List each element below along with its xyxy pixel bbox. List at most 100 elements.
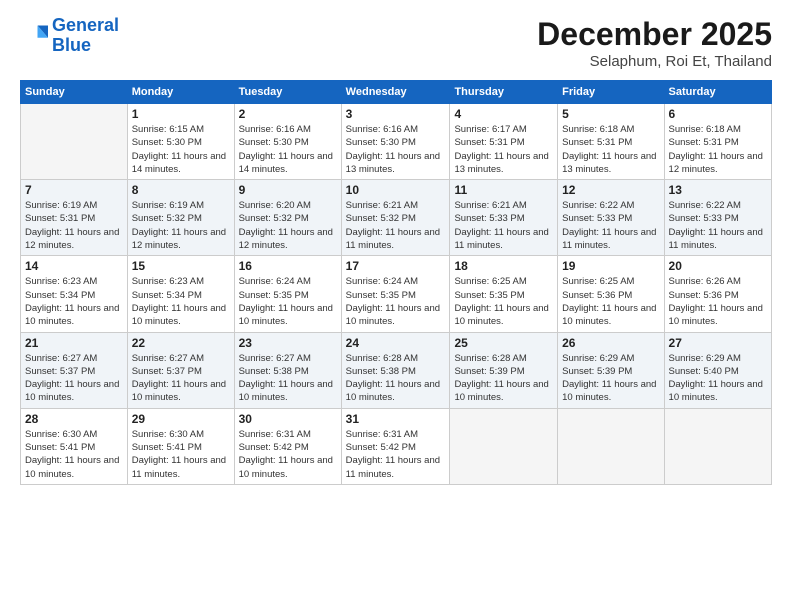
weekday-row: SundayMondayTuesdayWednesdayThursdayFrid… <box>21 81 772 104</box>
weekday-header: Saturday <box>664 81 771 104</box>
day-number: 30 <box>239 412 337 426</box>
logo: General Blue <box>20 16 119 56</box>
day-info: Sunrise: 6:17 AM Sunset: 5:31 PM Dayligh… <box>454 123 553 176</box>
day-info: Sunrise: 6:18 AM Sunset: 5:31 PM Dayligh… <box>669 123 767 176</box>
day-number: 12 <box>562 183 659 197</box>
day-number: 23 <box>239 336 337 350</box>
calendar-body: 1 Sunrise: 6:15 AM Sunset: 5:30 PM Daylig… <box>21 104 772 485</box>
calendar-day-cell: 29 Sunrise: 6:30 AM Sunset: 5:41 PM Dayli… <box>127 408 234 484</box>
calendar-week-row: 14 Sunrise: 6:23 AM Sunset: 5:34 PM Dayli… <box>21 256 772 332</box>
day-number: 18 <box>454 259 553 273</box>
day-info: Sunrise: 6:19 AM Sunset: 5:32 PM Dayligh… <box>132 199 230 252</box>
day-number: 29 <box>132 412 230 426</box>
weekday-header: Tuesday <box>234 81 341 104</box>
day-info: Sunrise: 6:25 AM Sunset: 5:35 PM Dayligh… <box>454 275 553 328</box>
day-number: 6 <box>669 107 767 121</box>
day-number: 27 <box>669 336 767 350</box>
calendar-day-cell: 3Sunrise: 6:16 AM Sunset: 5:30 PM Daylig… <box>341 104 450 180</box>
day-number: 7 <box>25 183 123 197</box>
calendar-day-cell: 16Sunrise: 6:24 AM Sunset: 5:35 PM Dayli… <box>234 256 341 332</box>
day-info: Sunrise: 6:21 AM Sunset: 5:33 PM Dayligh… <box>454 199 553 252</box>
day-number: 17 <box>346 259 446 273</box>
calendar-day-cell: 13 Sunrise: 6:22 AM Sunset: 5:33 PM Dayli… <box>664 180 771 256</box>
calendar-week-row: 7Sunrise: 6:19 AM Sunset: 5:31 PM Daylig… <box>21 180 772 256</box>
calendar-day-cell: 27 Sunrise: 6:29 AM Sunset: 5:40 PM Dayli… <box>664 332 771 408</box>
calendar-day-cell <box>21 104 128 180</box>
calendar-day-cell: 5 Sunrise: 6:18 AM Sunset: 5:31 PM Daylig… <box>558 104 664 180</box>
day-number: 24 <box>346 336 446 350</box>
day-number: 5 <box>562 107 659 121</box>
day-info: Sunrise: 6:22 AM Sunset: 5:33 PM Dayligh… <box>562 199 659 252</box>
calendar: SundayMondayTuesdayWednesdayThursdayFrid… <box>20 80 772 485</box>
calendar-day-cell: 19Sunrise: 6:25 AM Sunset: 5:36 PM Dayli… <box>558 256 664 332</box>
day-number: 8 <box>132 183 230 197</box>
calendar-day-cell: 20Sunrise: 6:26 AM Sunset: 5:36 PM Dayli… <box>664 256 771 332</box>
calendar-day-cell: 15Sunrise: 6:23 AM Sunset: 5:34 PM Dayli… <box>127 256 234 332</box>
calendar-week-row: 1 Sunrise: 6:15 AM Sunset: 5:30 PM Daylig… <box>21 104 772 180</box>
day-info: Sunrise: 6:31 AM Sunset: 5:42 PM Dayligh… <box>346 428 446 481</box>
calendar-day-cell: 8 Sunrise: 6:19 AM Sunset: 5:32 PM Daylig… <box>127 180 234 256</box>
day-info: Sunrise: 6:29 AM Sunset: 5:40 PM Dayligh… <box>669 352 767 405</box>
day-number: 16 <box>239 259 337 273</box>
weekday-header: Sunday <box>21 81 128 104</box>
day-info: Sunrise: 6:27 AM Sunset: 5:37 PM Dayligh… <box>25 352 123 405</box>
calendar-day-cell: 12 Sunrise: 6:22 AM Sunset: 5:33 PM Dayli… <box>558 180 664 256</box>
calendar-day-cell: 21Sunrise: 6:27 AM Sunset: 5:37 PM Dayli… <box>21 332 128 408</box>
day-info: Sunrise: 6:27 AM Sunset: 5:37 PM Dayligh… <box>132 352 230 405</box>
calendar-day-cell: 10Sunrise: 6:21 AM Sunset: 5:32 PM Dayli… <box>341 180 450 256</box>
calendar-day-cell: 2Sunrise: 6:16 AM Sunset: 5:30 PM Daylig… <box>234 104 341 180</box>
weekday-header: Thursday <box>450 81 558 104</box>
calendar-day-cell <box>664 408 771 484</box>
calendar-day-cell: 28Sunrise: 6:30 AM Sunset: 5:41 PM Dayli… <box>21 408 128 484</box>
day-number: 9 <box>239 183 337 197</box>
calendar-day-cell: 11 Sunrise: 6:21 AM Sunset: 5:33 PM Dayli… <box>450 180 558 256</box>
day-info: Sunrise: 6:20 AM Sunset: 5:32 PM Dayligh… <box>239 199 337 252</box>
day-info: Sunrise: 6:27 AM Sunset: 5:38 PM Dayligh… <box>239 352 337 405</box>
calendar-day-cell: 24 Sunrise: 6:28 AM Sunset: 5:38 PM Dayli… <box>341 332 450 408</box>
logo-icon <box>20 22 48 50</box>
day-number: 11 <box>454 183 553 197</box>
day-number: 4 <box>454 107 553 121</box>
logo-line1: General <box>52 15 119 35</box>
title-block: December 2025 Selaphum, Roi Et, Thailand <box>537 16 772 70</box>
calendar-week-row: 28 Sunrise: 6:30 AM Sunset: 5:41 PM Dayli… <box>21 408 772 484</box>
subtitle: Selaphum, Roi Et, Thailand <box>537 53 772 70</box>
day-info: Sunrise: 6:23 AM Sunset: 5:34 PM Dayligh… <box>25 275 123 328</box>
calendar-week-row: 21Sunrise: 6:27 AM Sunset: 5:37 PM Dayli… <box>21 332 772 408</box>
calendar-day-cell: 6 Sunrise: 6:18 AM Sunset: 5:31 PM Daylig… <box>664 104 771 180</box>
day-info: Sunrise: 6:22 AM Sunset: 5:33 PM Dayligh… <box>669 199 767 252</box>
calendar-day-cell <box>450 408 558 484</box>
calendar-day-cell: 30Sunrise: 6:31 AM Sunset: 5:42 PM Dayli… <box>234 408 341 484</box>
day-info: Sunrise: 6:28 AM Sunset: 5:38 PM Dayligh… <box>346 352 446 405</box>
day-number: 20 <box>669 259 767 273</box>
day-info: Sunrise: 6:18 AM Sunset: 5:31 PM Dayligh… <box>562 123 659 176</box>
day-info: Sunrise: 6:24 AM Sunset: 5:35 PM Dayligh… <box>346 275 446 328</box>
calendar-day-cell: 23 Sunrise: 6:27 AM Sunset: 5:38 PM Dayli… <box>234 332 341 408</box>
calendar-day-cell: 17 Sunrise: 6:24 AM Sunset: 5:35 PM Dayli… <box>341 256 450 332</box>
day-info: Sunrise: 6:28 AM Sunset: 5:39 PM Dayligh… <box>454 352 553 405</box>
day-number: 13 <box>669 183 767 197</box>
day-number: 10 <box>346 183 446 197</box>
calendar-day-cell <box>558 408 664 484</box>
day-number: 19 <box>562 259 659 273</box>
weekday-header: Wednesday <box>341 81 450 104</box>
day-number: 25 <box>454 336 553 350</box>
weekday-header: Monday <box>127 81 234 104</box>
calendar-header: SundayMondayTuesdayWednesdayThursdayFrid… <box>21 81 772 104</box>
day-number: 15 <box>132 259 230 273</box>
header: General Blue December 2025 Selaphum, Roi… <box>20 16 772 70</box>
day-number: 31 <box>346 412 446 426</box>
day-info: Sunrise: 6:30 AM Sunset: 5:41 PM Dayligh… <box>132 428 230 481</box>
day-number: 28 <box>25 412 123 426</box>
calendar-day-cell: 22 Sunrise: 6:27 AM Sunset: 5:37 PM Dayli… <box>127 332 234 408</box>
calendar-day-cell: 26Sunrise: 6:29 AM Sunset: 5:39 PM Dayli… <box>558 332 664 408</box>
day-number: 1 <box>132 107 230 121</box>
day-number: 26 <box>562 336 659 350</box>
calendar-day-cell: 14 Sunrise: 6:23 AM Sunset: 5:34 PM Dayli… <box>21 256 128 332</box>
day-number: 22 <box>132 336 230 350</box>
month-title: December 2025 <box>537 16 772 53</box>
day-info: Sunrise: 6:15 AM Sunset: 5:30 PM Dayligh… <box>132 123 230 176</box>
calendar-day-cell: 25 Sunrise: 6:28 AM Sunset: 5:39 PM Dayli… <box>450 332 558 408</box>
day-info: Sunrise: 6:16 AM Sunset: 5:30 PM Dayligh… <box>239 123 337 176</box>
day-number: 14 <box>25 259 123 273</box>
